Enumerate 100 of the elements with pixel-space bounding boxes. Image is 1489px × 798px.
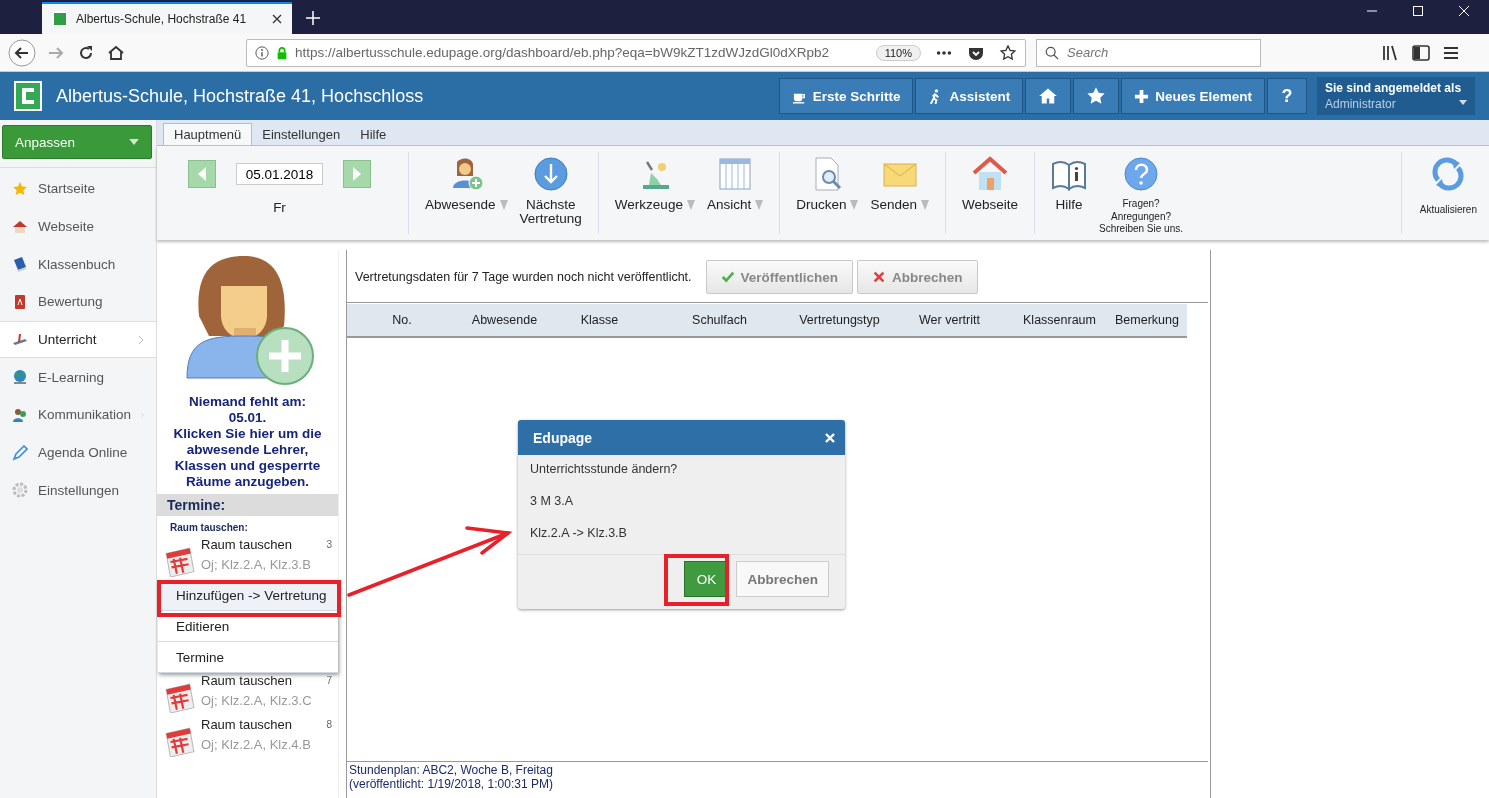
event-detail: Oj; Klz.2.A, Klz.4.B bbox=[201, 737, 312, 752]
sidebar-item[interactable]: Klassenbuch bbox=[0, 245, 156, 284]
notice-text: Vertretungsdaten für 7 Tage wurden noch nicht veröffentlicht. bbox=[355, 270, 692, 284]
column-header[interactable]: Wer vertritt bbox=[887, 313, 1012, 327]
customize-button[interactable]: Anpassen bbox=[2, 125, 152, 159]
toolbar-button[interactable]: Ansicht bbox=[702, 152, 768, 234]
house-icon bbox=[12, 218, 28, 235]
columns-icon bbox=[717, 156, 754, 192]
star-icon bbox=[12, 180, 28, 197]
column-header[interactable]: Schulfach bbox=[647, 313, 792, 327]
calendar-icon bbox=[163, 545, 195, 577]
check-icon bbox=[720, 270, 735, 284]
column-header[interactable]: Bemerkung bbox=[1107, 313, 1187, 327]
bookmark-star-icon[interactable] bbox=[999, 44, 1017, 61]
user-name: Administrator bbox=[1325, 97, 1396, 111]
settings-icon bbox=[12, 482, 28, 499]
header-button[interactable]: Assistent bbox=[915, 78, 1024, 114]
address-field[interactable]: https://albertusschule.edupage.org/dashboard/eb.php?eqa=bW9kZT1zdWJzdGl0dXRpb2 110% bbox=[246, 38, 1026, 67]
sidebar-item[interactable]: Agenda Online bbox=[0, 433, 156, 472]
browser-tab[interactable]: Albertus-Schule, Hochstraße 41 bbox=[42, 2, 292, 34]
search-field[interactable]: Search bbox=[1036, 38, 1261, 67]
dialog-text: 3 M 3.A bbox=[530, 493, 575, 510]
search-icon bbox=[1045, 45, 1059, 60]
column-header[interactable]: Vertretungstyp bbox=[792, 313, 887, 327]
sidebar-item[interactable]: Bewertung bbox=[0, 283, 156, 321]
event-title[interactable]: Raum tauschen bbox=[201, 537, 321, 552]
star-button[interactable] bbox=[1073, 78, 1120, 114]
refresh-button[interactable]: Aktualisieren bbox=[1407, 152, 1489, 234]
people-icon bbox=[12, 406, 28, 423]
timetable-info: (veröffentlicht: 1/19/2018, 1:00:31 PM) bbox=[349, 777, 554, 791]
column-header[interactable]: No. bbox=[347, 313, 457, 327]
lock-icon bbox=[275, 45, 289, 60]
header-button[interactable]: Neues Element bbox=[1121, 78, 1265, 114]
triangle-left-icon bbox=[197, 167, 207, 181]
dialog-title: Edupage bbox=[533, 429, 593, 446]
book-icon bbox=[12, 256, 28, 273]
help-button[interactable]: ? bbox=[1267, 78, 1307, 114]
back-icon[interactable] bbox=[8, 38, 36, 67]
ribbon-tab[interactable]: Einstellungen bbox=[252, 123, 351, 145]
menu-item[interactable]: Termine bbox=[158, 642, 338, 673]
event-detail: Oj; Klz.2.A, Klz.3.B bbox=[201, 557, 312, 572]
toolbar-button[interactable]: Webseite bbox=[958, 152, 1023, 234]
ribbon-tab[interactable]: Hauptmenü bbox=[163, 123, 253, 145]
toolbar-button[interactable]: Drucken bbox=[792, 152, 863, 234]
question-icon bbox=[1123, 156, 1159, 192]
toolbar-button[interactable]: Werkzeuge bbox=[610, 152, 699, 234]
user-menu[interactable]: Sie sind angemeldet als Administrator bbox=[1317, 77, 1475, 115]
sidebar-item[interactable]: Webseite bbox=[0, 207, 156, 246]
column-header[interactable]: Abwesende bbox=[457, 313, 552, 327]
menu-item[interactable]: Editieren bbox=[158, 611, 338, 642]
event-detail: Oj; Klz.2.A, Klz.3.C bbox=[201, 693, 313, 708]
event-title[interactable]: Raum tauschen bbox=[201, 673, 321, 688]
pen-icon bbox=[12, 444, 28, 461]
calendar-icon bbox=[163, 681, 195, 713]
date-field[interactable]: 05.01.2018 bbox=[236, 163, 323, 185]
house-icon bbox=[972, 156, 1009, 192]
header-button[interactable]: Erste Schritte bbox=[778, 78, 914, 114]
star-icon bbox=[1086, 86, 1107, 106]
column-header[interactable]: Klasse bbox=[552, 313, 647, 327]
ribbon-tab[interactable]: Hilfe bbox=[350, 123, 397, 145]
login-caption: Sie sind angemeldet als bbox=[1325, 81, 1462, 95]
sidebar-item[interactable]: Unterricht bbox=[0, 320, 156, 359]
absence-message[interactable]: Niemand fehlt am: 05.01. Klicken Sie hier um die abwesende Lehrer, Klassen und gesperrte Räume anzugeben. bbox=[157, 394, 338, 490]
dialog-text: Klz.2.A -> Klz.3.B bbox=[530, 525, 628, 542]
school-title: Albertus-Schule, Hochstraße 41, Hochschloss bbox=[56, 85, 424, 107]
event-number: 7 bbox=[326, 675, 332, 686]
toolbar-button[interactable]: Nächste Vertretung bbox=[515, 152, 586, 234]
timetable-info: Stundenplan: ABC2, Woche B, Freitag bbox=[349, 763, 554, 777]
browser-tab-title: Albertus-Schule, Hochstraße 41 bbox=[76, 12, 247, 26]
arrow-down-icon bbox=[532, 156, 569, 192]
sidebar-item[interactable]: Einstellungen bbox=[0, 471, 156, 510]
dialog-text: Unterrichtsstunde ändern? bbox=[530, 461, 679, 478]
home-button[interactable] bbox=[1025, 78, 1072, 114]
toolbar-button[interactable]: Fragen? Anregungen? Schreiben Sie uns. bbox=[1095, 152, 1187, 234]
annotation-box bbox=[664, 554, 729, 606]
triangle-right-icon bbox=[352, 167, 362, 181]
column-header[interactable]: Klassenraum bbox=[1012, 313, 1107, 327]
weekday-label: Fr bbox=[273, 200, 286, 215]
info-icon bbox=[255, 45, 269, 60]
toolbar-button[interactable]: Abwesende bbox=[421, 152, 512, 234]
event-number: 3 bbox=[326, 539, 332, 550]
plus-icon bbox=[1134, 88, 1150, 104]
group-title: Raum tauschen: bbox=[170, 522, 249, 533]
caret-icon bbox=[129, 139, 139, 145]
toolbar-button[interactable]: Senden bbox=[866, 152, 933, 234]
close-icon[interactable] bbox=[272, 14, 282, 24]
maximize-icon[interactable] bbox=[1413, 6, 1423, 16]
sidebar-item[interactable]: Kommunikation bbox=[0, 396, 156, 434]
sidebar-item[interactable]: E-Learning bbox=[0, 358, 156, 397]
sidebar-item[interactable]: Startseite bbox=[0, 170, 156, 208]
zoom-badge[interactable]: 110% bbox=[875, 44, 921, 61]
event-number: 8 bbox=[326, 719, 332, 730]
toolbar-button[interactable]: Hilfe bbox=[1047, 152, 1092, 234]
cross-icon bbox=[872, 270, 887, 284]
section-header: Termine: bbox=[157, 494, 338, 516]
new-tab-icon[interactable] bbox=[306, 11, 320, 25]
event-title[interactable]: Raum tauschen bbox=[201, 717, 321, 732]
home-icon bbox=[1038, 86, 1059, 106]
cancel-button[interactable]: Abbrechen bbox=[736, 561, 829, 597]
sidebar-icon[interactable] bbox=[1411, 42, 1431, 63]
